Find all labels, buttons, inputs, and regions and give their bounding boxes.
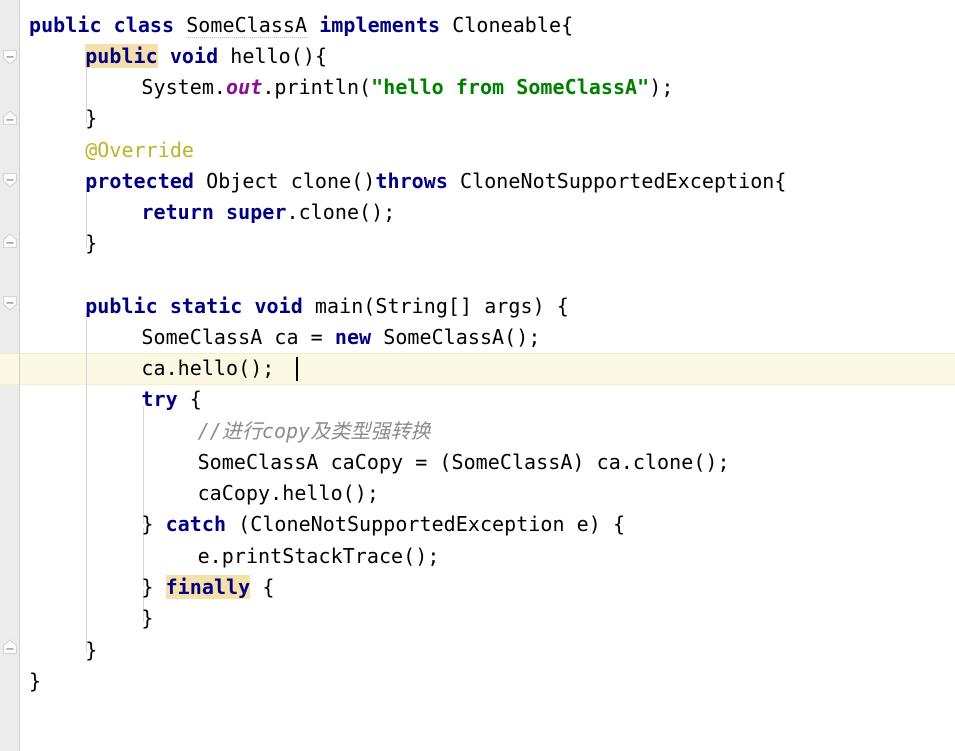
- code-line[interactable]: e.printStackTrace();: [198, 541, 440, 571]
- code-line[interactable]: protected Object clone()throws CloneNotS…: [85, 166, 786, 196]
- code-brace: {: [612, 512, 626, 536]
- code-line[interactable]: //进行copy及类型强转换: [198, 416, 431, 446]
- code-editor[interactable]: public class SomeClassA implements Clone…: [0, 0, 955, 751]
- code-brace: {: [561, 13, 574, 37]
- code-text: SomeClassA();: [371, 325, 541, 349]
- code-keyword: static: [169, 294, 243, 318]
- text-caret: [296, 357, 298, 381]
- code-brace: }: [85, 638, 98, 662]
- code-string-literal: "hello from SomeClassA": [371, 75, 650, 99]
- code-text: System.: [141, 75, 227, 99]
- code-text: (CloneNotSupportedException e): [226, 512, 613, 536]
- code-brace: }: [29, 669, 42, 693]
- code-keyword: return: [141, 200, 214, 224]
- code-brace: {: [774, 169, 787, 193]
- code-keyword: implements: [319, 13, 441, 37]
- code-line[interactable]: try {: [141, 384, 201, 414]
- code-keyword: void: [254, 294, 303, 318]
- code-line[interactable]: }: [85, 103, 97, 133]
- code-line[interactable]: } catch (CloneNotSupportedException e) {: [141, 509, 625, 539]
- code-annotation: @Override: [85, 138, 195, 162]
- code-class-reference: SomeClassA: [186, 13, 308, 38]
- code-line[interactable]: return super.clone();: [141, 197, 395, 227]
- code-keyword: protected: [85, 169, 195, 193]
- code-line[interactable]: @Override: [85, 135, 194, 165]
- code-brace: {: [189, 387, 202, 411]
- code-text: .println(: [262, 75, 372, 99]
- code-brace: }: [141, 606, 154, 630]
- code-line[interactable]: public void hello(){: [85, 41, 327, 71]
- code-keyword: throws: [375, 169, 448, 193]
- code-line[interactable]: System.out.println("hello from SomeClass…: [141, 72, 673, 102]
- code-line[interactable]: caCopy.hello();: [198, 478, 379, 508]
- code-line[interactable]: }: [85, 228, 97, 258]
- code-line[interactable]: SomeClassA ca = new SomeClassA();: [141, 322, 540, 352]
- code-line[interactable]: } finally {: [141, 572, 274, 602]
- code-brace: {: [262, 575, 275, 599]
- code-keyword: catch: [165, 512, 227, 536]
- code-text: SomeClassA ca =: [141, 325, 335, 349]
- code-keyword-highlighted: public: [85, 44, 158, 68]
- code-brace: }: [85, 231, 98, 255]
- code-keyword: try: [141, 387, 178, 411]
- code-brace: (){: [290, 44, 328, 68]
- code-brace: {: [556, 294, 569, 318]
- code-text: .clone();: [286, 200, 396, 224]
- code-line[interactable]: public static void main(String[] args) {: [85, 291, 569, 321]
- code-line[interactable]: }: [85, 635, 97, 665]
- code-brace: }: [141, 575, 154, 599]
- code-text: caCopy.hello();: [197, 481, 379, 505]
- code-line[interactable]: }: [29, 666, 41, 696]
- code-keyword: void: [169, 44, 219, 68]
- code-brace: }: [85, 106, 98, 130]
- code-keyword: new: [334, 325, 372, 349]
- code-comment: //进行copy及类型强转换: [197, 419, 431, 443]
- code-line[interactable]: public class SomeClassA implements Clone…: [29, 10, 573, 40]
- code-keyword: public: [85, 294, 158, 318]
- code-text: ca.hello();: [141, 356, 275, 380]
- code-text: Object clone(): [194, 169, 376, 193]
- code-brace: }: [141, 512, 154, 536]
- code-keyword: super: [226, 200, 287, 224]
- code-keyword: class: [113, 13, 175, 37]
- code-text: e.printStackTrace();: [197, 544, 440, 568]
- code-line[interactable]: ca.hello();: [141, 353, 274, 383]
- code-keyword: public: [29, 13, 102, 37]
- code-content[interactable]: public class SomeClassA implements Clone…: [0, 0, 955, 751]
- code-line[interactable]: SomeClassA caCopy = (SomeClassA) ca.clon…: [198, 447, 730, 477]
- code-static-field: out: [226, 75, 263, 99]
- code-keyword-highlighted: finally: [165, 575, 251, 599]
- code-text: SomeClassA caCopy = (SomeClassA) ca.clon…: [197, 450, 730, 474]
- code-line[interactable]: }: [141, 603, 153, 633]
- code-text: CloneNotSupportedException: [447, 169, 775, 193]
- code-text: hello: [230, 44, 291, 68]
- code-text: Cloneable: [452, 13, 562, 37]
- code-text: );: [649, 75, 674, 99]
- code-text: main(String[] args): [302, 294, 557, 318]
